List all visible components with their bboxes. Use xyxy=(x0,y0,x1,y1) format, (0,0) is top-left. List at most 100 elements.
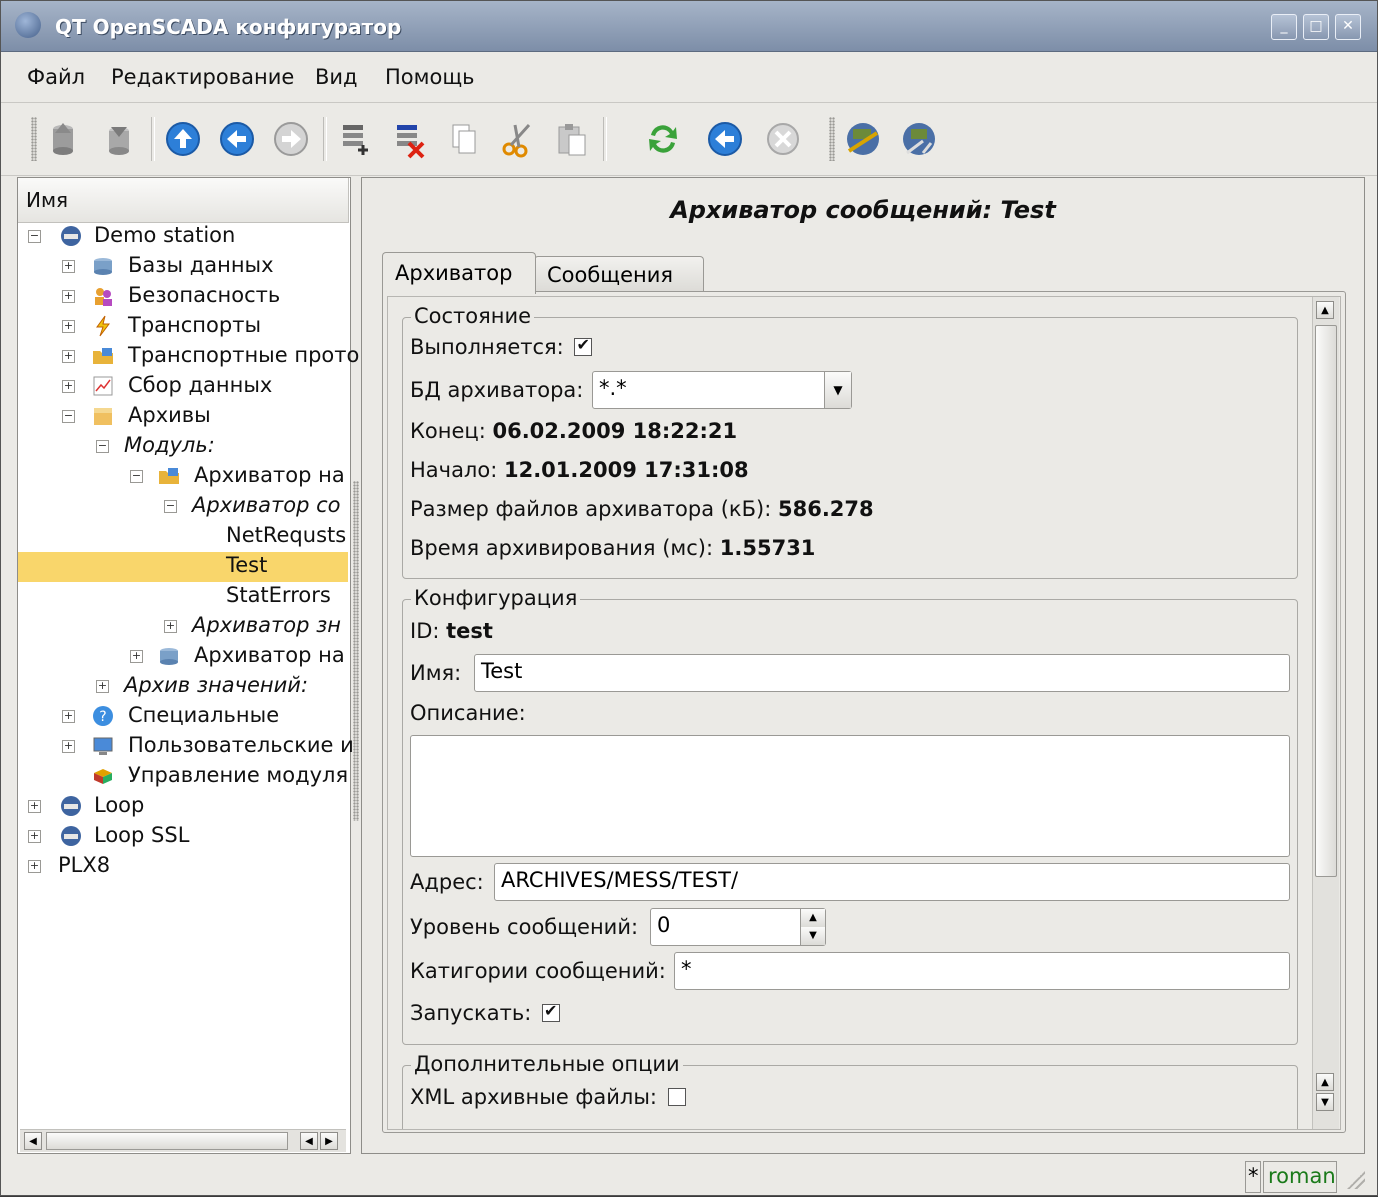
tree-node-user-interfaces[interactable]: + Пользовательские и xyxy=(18,732,354,762)
scroll-left-button-2[interactable]: ◀ xyxy=(300,1132,318,1150)
tree-node-netrequests[interactable]: NetRequsts xyxy=(18,522,348,552)
tree-node-value-archive[interactable]: + Архив значений: xyxy=(18,672,348,702)
tree-node-data-acquisition[interactable]: + Сбор данных xyxy=(18,372,348,402)
menu-view[interactable]: Вид xyxy=(315,65,358,89)
start-icon[interactable] xyxy=(705,119,745,159)
tree-node-security[interactable]: + Безопасность xyxy=(18,282,348,312)
refresh-icon[interactable] xyxy=(643,119,683,159)
spin-down-icon[interactable]: ▼ xyxy=(800,927,825,945)
db-load-icon[interactable] xyxy=(43,119,83,159)
navigation-tree[interactable]: Имя − Demo station + Базы данных + Безоп… xyxy=(17,177,359,1154)
copy-icon[interactable] xyxy=(443,119,483,159)
help-icon: ? xyxy=(93,706,113,726)
tree-node-value-archiver[interactable]: + Архиватор зн xyxy=(18,612,348,642)
menu-help[interactable]: Помощь xyxy=(385,65,475,89)
tree-node-special[interactable]: + ? Специальные xyxy=(18,702,348,732)
tab-messages[interactable]: Сообщения xyxy=(534,256,704,292)
ui-config-icon[interactable] xyxy=(899,119,939,159)
expand-icon[interactable]: + xyxy=(164,620,177,633)
vertical-scrollbar[interactable]: ▲ ▲ ▼ xyxy=(1312,297,1339,1129)
tree-node-loop[interactable]: + Loop xyxy=(18,792,348,822)
tree-node-archives[interactable]: − Архивы xyxy=(18,402,348,432)
paste-icon[interactable] xyxy=(551,119,591,159)
expand-icon[interactable]: + xyxy=(62,380,75,393)
back-icon[interactable] xyxy=(217,119,257,159)
ui-vision-icon[interactable] xyxy=(843,119,883,159)
collapse-icon[interactable]: − xyxy=(96,440,109,453)
start-checkbox[interactable] xyxy=(541,1001,560,1022)
config-group-title: Конфигурация xyxy=(411,586,581,610)
title-bar[interactable]: QT OpenSCADA конфигуратор _ □ ✕ xyxy=(1,1,1377,52)
toolbar xyxy=(1,103,1377,176)
name-input[interactable]: Test xyxy=(474,654,1290,692)
scroll-up-button-2[interactable]: ▲ xyxy=(1316,1073,1334,1091)
expand-icon[interactable]: + xyxy=(130,650,143,663)
tree-node-archiver-fs[interactable]: − Архиватор на xyxy=(18,462,348,492)
collapse-icon[interactable]: − xyxy=(164,500,177,513)
tree-node-demo-station[interactable]: − Demo station xyxy=(18,222,348,252)
content-pane: Архиватор сообщений: Test Архиватор Сооб… xyxy=(361,177,1365,1154)
splitter-handle[interactable] xyxy=(353,481,359,821)
expand-icon[interactable]: + xyxy=(62,290,75,303)
db-save-icon[interactable] xyxy=(99,119,139,159)
scroll-left-button[interactable]: ◀ xyxy=(24,1132,42,1150)
minimize-button[interactable]: _ xyxy=(1271,14,1297,40)
folder-icon xyxy=(93,348,113,364)
tree-node-transport-protocols[interactable]: + Транспортные прото xyxy=(18,342,359,372)
scroll-thumb[interactable] xyxy=(1315,325,1337,877)
archiver-db-select[interactable]: *.* ▼ xyxy=(592,371,852,409)
tree-node-module-scheduler[interactable]: Управление модуля xyxy=(18,762,348,792)
user-indicator[interactable]: roman xyxy=(1263,1161,1337,1193)
address-input[interactable]: ARCHIVES/MESS/TEST/ xyxy=(494,863,1290,901)
menu-file[interactable]: Файл xyxy=(27,65,85,89)
scroll-area[interactable]: Состояние Выполняется: БД архиватора: *.… xyxy=(387,296,1341,1130)
expand-icon[interactable]: + xyxy=(62,260,75,273)
collapse-icon[interactable]: − xyxy=(130,470,143,483)
collapse-icon[interactable]: − xyxy=(62,410,75,423)
up-icon[interactable] xyxy=(163,119,203,159)
spin-up-icon[interactable]: ▲ xyxy=(800,909,825,928)
level-spinbox[interactable]: 0 ▲ ▼ xyxy=(650,908,826,946)
chevron-down-icon[interactable]: ▼ xyxy=(824,372,851,408)
maximize-button[interactable]: □ xyxy=(1303,14,1329,40)
scroll-right-button[interactable]: ▶ xyxy=(320,1132,338,1150)
toolbar-grip[interactable] xyxy=(829,117,835,161)
close-button[interactable]: ✕ xyxy=(1335,14,1361,40)
add-item-icon[interactable] xyxy=(335,119,375,159)
menu-edit[interactable]: Редактирование xyxy=(111,65,294,89)
tree-header[interactable]: Имя xyxy=(18,178,349,223)
tree-node-loop-ssl[interactable]: + Loop SSL xyxy=(18,822,348,852)
xml-checkbox[interactable] xyxy=(667,1088,686,1106)
tree-node-message-archiver[interactable]: − Архиватор со xyxy=(18,492,348,522)
stop-icon[interactable] xyxy=(763,119,803,159)
running-checkbox[interactable] xyxy=(574,335,593,356)
scroll-thumb[interactable] xyxy=(46,1132,288,1150)
toolbar-grip[interactable] xyxy=(31,117,37,161)
expand-icon[interactable]: + xyxy=(96,680,109,693)
tree-node-databases[interactable]: + Базы данных xyxy=(18,252,348,282)
forward-icon[interactable] xyxy=(271,119,311,159)
expand-icon[interactable]: + xyxy=(62,350,75,363)
cut-icon[interactable] xyxy=(497,119,537,159)
tree-node-module[interactable]: − Модуль: xyxy=(18,432,348,462)
tree-horizontal-scrollbar[interactable]: ◀ ◀ ▶ xyxy=(20,1129,346,1152)
tree-node-test[interactable]: Test xyxy=(18,552,348,582)
delete-item-icon[interactable] xyxy=(389,119,429,159)
description-textarea[interactable] xyxy=(410,735,1290,857)
expand-icon[interactable]: + xyxy=(28,800,41,813)
tab-archiver[interactable]: Архиватор xyxy=(382,252,536,294)
scroll-up-button[interactable]: ▲ xyxy=(1316,301,1334,319)
collapse-icon[interactable]: − xyxy=(28,230,41,243)
expand-icon[interactable]: + xyxy=(62,710,75,723)
expand-icon[interactable]: + xyxy=(28,860,41,873)
expand-icon[interactable]: + xyxy=(28,830,41,843)
categories-input[interactable]: * xyxy=(674,952,1290,990)
expand-icon[interactable]: + xyxy=(62,740,75,753)
resize-grip-icon[interactable] xyxy=(1347,1171,1365,1189)
tree-node-archiver-db[interactable]: + Архиватор на xyxy=(18,642,348,672)
tree-node-staterrors[interactable]: StatErrors xyxy=(18,582,348,612)
tree-node-plx8[interactable]: + PLX8 xyxy=(18,852,348,882)
tree-node-transports[interactable]: + Транспорты xyxy=(18,312,348,342)
scroll-down-button[interactable]: ▼ xyxy=(1316,1093,1334,1111)
expand-icon[interactable]: + xyxy=(62,320,75,333)
